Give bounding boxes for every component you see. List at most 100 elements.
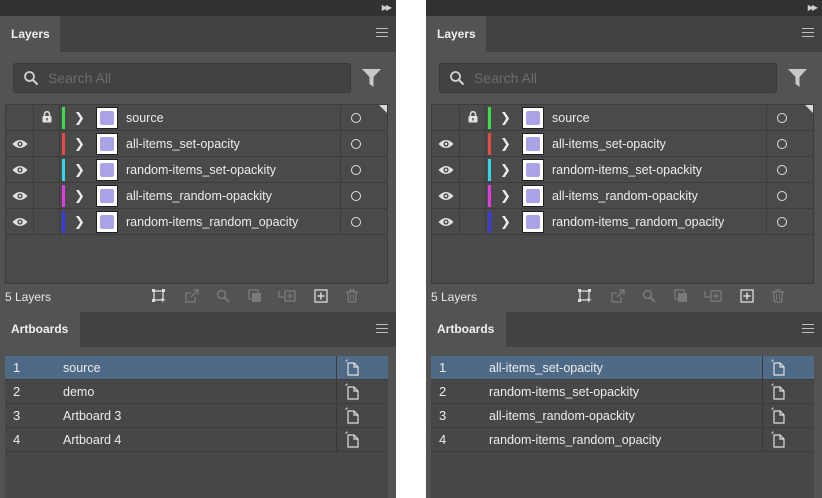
- new-layer-icon[interactable]: [314, 289, 328, 303]
- clipping-mask-icon[interactable]: [248, 289, 262, 303]
- artboard-name[interactable]: random-items_random_opacity: [489, 433, 661, 447]
- filter-icon[interactable]: [788, 69, 807, 87]
- locate-object-icon[interactable]: [216, 289, 230, 303]
- filter-icon[interactable]: [362, 69, 381, 87]
- visibility-toggle[interactable]: [432, 105, 460, 131]
- artboard-name[interactable]: source: [63, 361, 101, 375]
- chevron-right-icon[interactable]: ❯: [500, 136, 511, 152]
- layer-row[interactable]: ❯ all-items_random-opackity: [6, 183, 387, 209]
- layer-target[interactable]: [340, 183, 387, 209]
- layer-row[interactable]: ❯ random-items_set-opackity: [432, 157, 813, 183]
- collapse-panels-icon[interactable]: ▶▶: [808, 3, 818, 12]
- layer-target[interactable]: [340, 131, 387, 157]
- target-circle-icon[interactable]: [351, 165, 361, 175]
- visibility-toggle[interactable]: [6, 131, 34, 157]
- visibility-toggle[interactable]: [432, 209, 460, 235]
- visibility-toggle[interactable]: [432, 183, 460, 209]
- artboard-row[interactable]: 4 Artboard 4: [5, 428, 388, 452]
- artboard-options-icon[interactable]: [345, 407, 359, 424]
- artboard-name[interactable]: Artboard 4: [63, 433, 121, 447]
- artboard-name[interactable]: Artboard 3: [63, 409, 121, 423]
- layer-name[interactable]: random-items_random_opacity: [126, 215, 298, 229]
- visibility-toggle[interactable]: [432, 131, 460, 157]
- layer-name[interactable]: all-items_set-opacity: [552, 137, 666, 151]
- artboard-options-icon[interactable]: [771, 383, 785, 400]
- artboard-options-icon[interactable]: [345, 431, 359, 448]
- lock-toggle[interactable]: [34, 105, 60, 131]
- layer-target[interactable]: [340, 105, 387, 131]
- target-circle-icon[interactable]: [351, 113, 361, 123]
- layer-target[interactable]: [766, 209, 813, 235]
- artboard-options-icon[interactable]: [345, 383, 359, 400]
- target-circle-icon[interactable]: [351, 191, 361, 201]
- eye-icon[interactable]: [438, 165, 454, 175]
- tab-artboards[interactable]: Artboards: [426, 312, 506, 347]
- layer-name[interactable]: source: [552, 111, 590, 125]
- layers-search-input[interactable]: [474, 68, 764, 88]
- tab-layers[interactable]: Layers: [426, 16, 486, 52]
- locate-object-icon[interactable]: [642, 289, 656, 303]
- layer-row[interactable]: ❯ all-items_random-opackity: [432, 183, 813, 209]
- delete-icon[interactable]: [345, 289, 359, 303]
- eye-icon[interactable]: [12, 191, 28, 201]
- lock-toggle[interactable]: [34, 183, 60, 209]
- lock-icon[interactable]: [42, 111, 52, 123]
- artboard-name[interactable]: random-items_set-opackity: [489, 385, 639, 399]
- layer-name[interactable]: source: [126, 111, 164, 125]
- layer-row[interactable]: ❯ random-items_random_opacity: [432, 209, 813, 235]
- layer-row[interactable]: ❯ source: [432, 105, 813, 131]
- lock-toggle[interactable]: [460, 157, 486, 183]
- artboard-options-icon[interactable]: [345, 359, 359, 376]
- visibility-toggle[interactable]: [6, 183, 34, 209]
- target-circle-icon[interactable]: [777, 165, 787, 175]
- layer-target[interactable]: [766, 183, 813, 209]
- collect-for-export-icon[interactable]: [578, 289, 592, 303]
- layer-row[interactable]: ❯ all-items_set-opacity: [6, 131, 387, 157]
- clipping-mask-icon[interactable]: [674, 289, 688, 303]
- artboard-options-icon[interactable]: [771, 407, 785, 424]
- new-sublayer-icon[interactable]: [704, 289, 722, 303]
- artboard-row[interactable]: 3 Artboard 3: [5, 404, 388, 428]
- chevron-right-icon[interactable]: ❯: [74, 110, 85, 126]
- tab-artboards[interactable]: Artboards: [0, 312, 80, 347]
- layer-row[interactable]: ❯ random-items_set-opackity: [6, 157, 387, 183]
- layer-row[interactable]: ❯ all-items_set-opacity: [432, 131, 813, 157]
- export-icon[interactable]: [185, 289, 199, 303]
- lock-icon[interactable]: [468, 111, 478, 123]
- layer-name[interactable]: all-items_random-opackity: [126, 189, 272, 203]
- artboard-name[interactable]: all-items_set-opacity: [489, 361, 603, 375]
- artboard-row[interactable]: 2 random-items_set-opackity: [431, 380, 814, 404]
- artboard-row[interactable]: 2 demo: [5, 380, 388, 404]
- eye-icon[interactable]: [12, 217, 28, 227]
- layer-target[interactable]: [340, 157, 387, 183]
- eye-icon[interactable]: [438, 191, 454, 201]
- layer-row[interactable]: ❯ source: [6, 105, 387, 131]
- target-circle-icon[interactable]: [777, 217, 787, 227]
- artboards-panel-menu-icon[interactable]: [376, 324, 388, 334]
- chevron-right-icon[interactable]: ❯: [74, 214, 85, 230]
- chevron-right-icon[interactable]: ❯: [74, 188, 85, 204]
- target-circle-icon[interactable]: [351, 139, 361, 149]
- chevron-right-icon[interactable]: ❯: [500, 110, 511, 126]
- target-circle-icon[interactable]: [777, 139, 787, 149]
- artboard-name[interactable]: demo: [63, 385, 94, 399]
- visibility-toggle[interactable]: [432, 157, 460, 183]
- eye-icon[interactable]: [12, 139, 28, 149]
- visibility-toggle[interactable]: [6, 209, 34, 235]
- layer-name[interactable]: random-items_random_opacity: [552, 215, 724, 229]
- eye-icon[interactable]: [12, 165, 28, 175]
- layer-name[interactable]: all-items_random-opackity: [552, 189, 698, 203]
- artboards-panel-menu-icon[interactable]: [802, 324, 814, 334]
- lock-toggle[interactable]: [460, 209, 486, 235]
- visibility-toggle[interactable]: [6, 105, 34, 131]
- artboard-name[interactable]: all-items_random-opackity: [489, 409, 635, 423]
- artboard-row[interactable]: 3 all-items_random-opackity: [431, 404, 814, 428]
- layer-name[interactable]: all-items_set-opacity: [126, 137, 240, 151]
- chevron-right-icon[interactable]: ❯: [74, 136, 85, 152]
- layer-target[interactable]: [766, 105, 813, 131]
- artboard-row[interactable]: 1 source: [5, 356, 388, 380]
- lock-toggle[interactable]: [34, 131, 60, 157]
- layer-target[interactable]: [766, 131, 813, 157]
- artboard-row[interactable]: 1 all-items_set-opacity: [431, 356, 814, 380]
- collect-for-export-icon[interactable]: [152, 289, 166, 303]
